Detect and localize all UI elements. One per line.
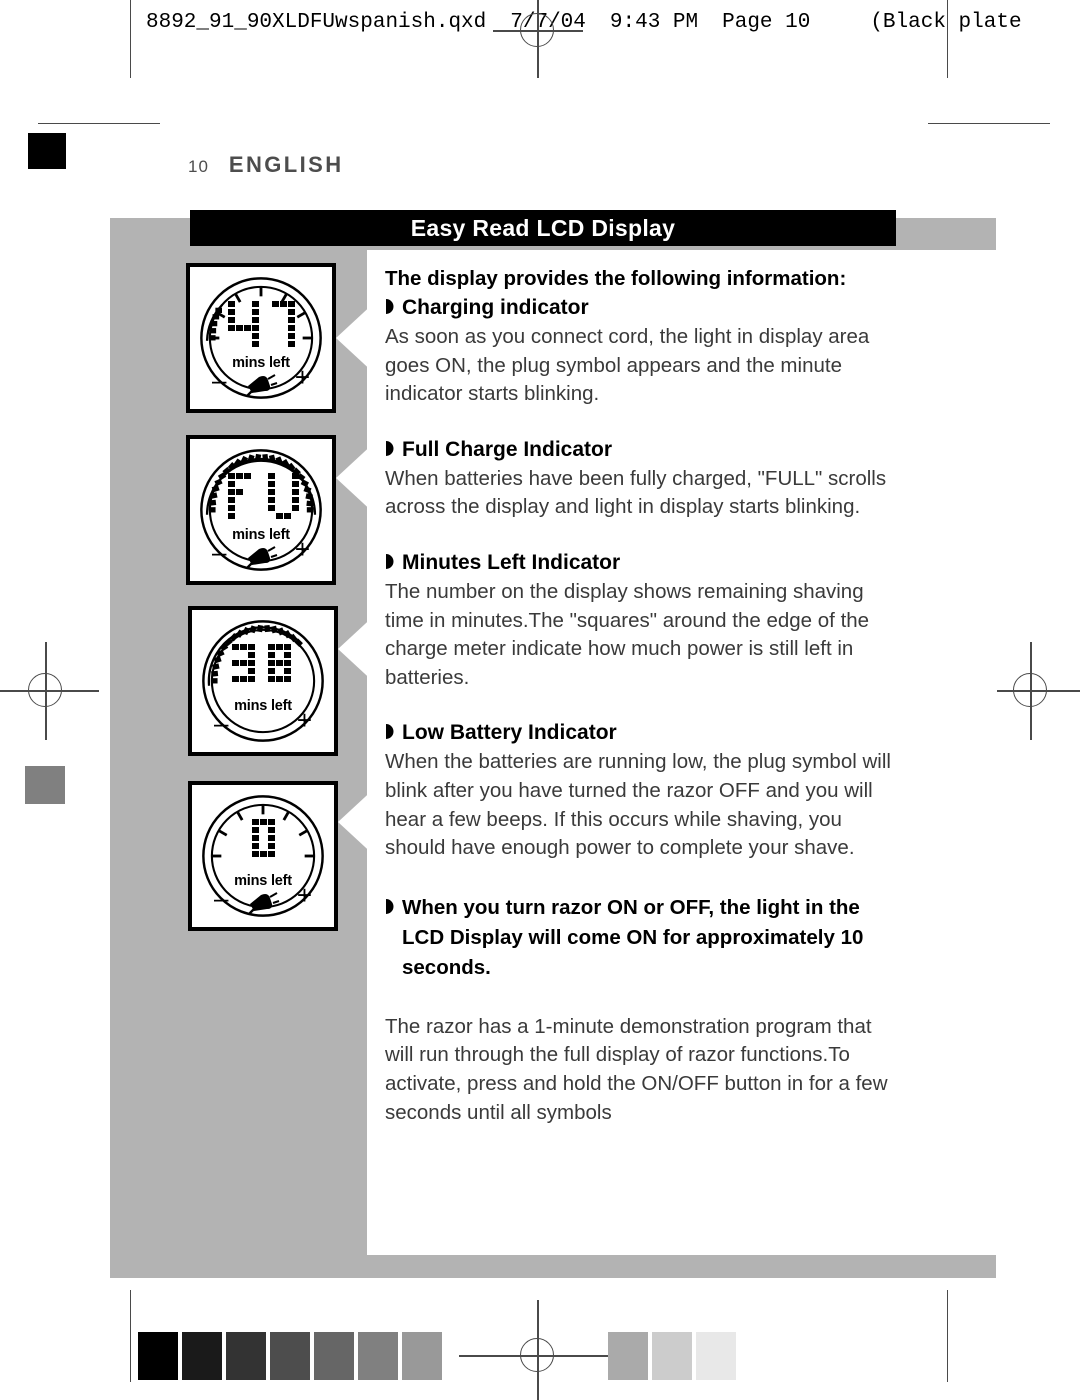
lcd-minus-sign: – [214,883,229,913]
registration-square-top-left [28,133,66,169]
note-text: When you turn razor ON or OFF, the light… [402,895,864,979]
calibration-swatch [652,1332,692,1380]
section-minutes-left-indicator: Minutes Left Indicator The number on the… [385,548,901,692]
running-head: 10 ENGLISH [188,152,344,178]
section-body-text: When the batteries are running low, the … [385,750,891,860]
registration-target-bottom [459,1300,619,1400]
section-charging-indicator: Charging indicator As soon as you connec… [385,293,901,409]
section-body-text: As soon as you connect cord, the light i… [385,325,870,406]
calibration-swatch [270,1332,310,1380]
section-title-banner: Easy Read LCD Display [190,210,896,246]
slug-filename: 8892_91_90XLDFUwspanish.qxd [146,10,487,34]
section-heading: Minutes Left Indicator [385,548,901,578]
page-folio: 10 [188,157,209,176]
calibration-swatch [358,1332,398,1380]
section-low-battery-indicator: Low Battery Indicator When the batteries… [385,718,901,862]
lcd-minus-sign: – [212,365,227,395]
slug-time: 9:43 PM [609,10,699,34]
registration-target-right [978,642,1080,740]
lcd-digit-readout [190,297,332,355]
registration-square-mid-left [25,766,65,804]
plug-icon [248,892,280,915]
section-heading: Low Battery Indicator [385,718,901,748]
lcd-plus-sign: + [296,705,312,735]
lcd-plus-sign: + [296,880,312,910]
calibration-swatch [182,1332,222,1380]
calibration-swatch [226,1332,266,1380]
section-title: Easy Read LCD Display [410,214,676,241]
lcd-digit-readout [190,469,332,527]
intro-line: The display provides the following infor… [385,267,847,290]
language-label: ENGLISH [228,152,344,177]
lcd-plus-sign: + [294,534,310,564]
calibration-swatch [696,1332,736,1380]
note-turn-razor-on-off: When you turn razor ON or OFF, the light… [385,893,901,983]
crop-mark-top-rule [38,123,160,124]
lcd-digit-readout [192,640,334,698]
calibration-swatch [314,1332,354,1380]
half-circle-bullet-icon [385,548,402,569]
crop-mark-top-right-rule [928,123,1050,124]
crop-mark-left-lower [130,1290,131,1382]
registration-target-left [0,642,99,740]
crop-mark-right-lower [947,1290,948,1382]
section-heading: Full Charge Indicator [385,435,901,465]
crop-mark-right-vertical [947,0,948,78]
plug-icon [246,546,278,569]
registration-target-top [493,0,583,78]
section-heading-text: Minutes Left Indicator [402,550,621,574]
calibration-swatch [138,1332,178,1380]
lcd-minus-sign: – [214,708,229,738]
half-circle-bullet-icon [385,435,402,456]
closing-paragraph: The razor has a 1-minute demonstration p… [385,1014,888,1124]
section-heading-text: Charging indicator [402,296,589,319]
section-heading-text: Full Charge Indicator [402,437,613,461]
lcd-minus-sign: – [212,537,227,567]
slug-plate: (Black plate [870,10,1022,34]
half-circle-bullet-icon [385,293,402,314]
calibration-swatch [402,1332,442,1380]
half-circle-bullet-icon [385,893,402,914]
crop-mark-left-vertical [130,0,131,78]
section-full-charge-indicator: Full Charge Indicator When batteries hav… [385,435,901,522]
body-text-column: The display provides the following infor… [385,264,901,1127]
half-circle-bullet-icon [385,718,402,740]
calibration-swatch [608,1332,648,1380]
slug-page: Page 10 [722,10,811,34]
section-body-text: When batteries have been fully charged, … [385,466,887,519]
lcd-plus-sign: + [294,362,310,392]
section-heading: Charging indicator [385,293,901,323]
lcd-digit-readout [192,817,334,875]
plug-icon [246,374,278,397]
section-heading-text: Low Battery Indicator [402,721,617,745]
section-body-text: The number on the display shows remainin… [385,579,870,689]
